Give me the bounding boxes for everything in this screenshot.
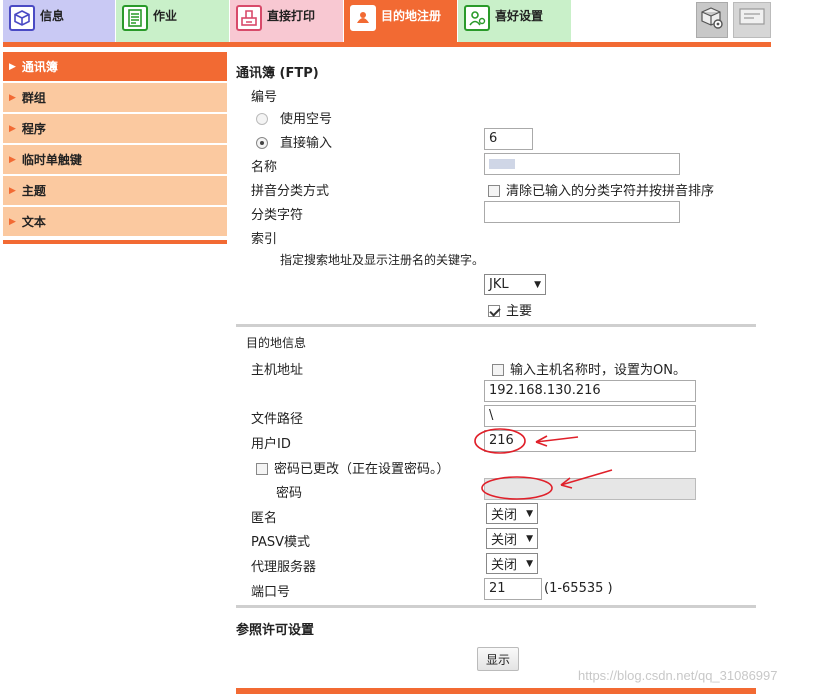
name-input[interactable]	[484, 153, 680, 175]
proxy-select-value: 关闭	[491, 558, 518, 573]
ref-permission-label: 参照许可设置	[236, 623, 315, 638]
pwd-label: 密码	[276, 486, 303, 501]
sidebar-item-label: 程序	[21, 122, 46, 136]
pwd-changed-option[interactable]: 密码已更改（正在设置密码。）	[256, 458, 450, 477]
anon-label: 匿名	[251, 511, 278, 526]
use-empty-radio[interactable]	[256, 113, 268, 125]
triangle-right-icon: ▶	[9, 185, 16, 196]
port-range: (1-65535 )	[544, 581, 613, 596]
sidebar: ▶ 通讯簿 ▶ 群组 ▶ 程序 ▶ 临时单触键 ▶ 主题 ▶ 文本	[3, 52, 227, 244]
use-empty-label: 使用空号	[280, 112, 333, 127]
watermark-text: https://blog.csdn.net/qq_31086997	[578, 668, 778, 683]
userid-label: 用户ID	[251, 437, 291, 452]
password-input[interactable]	[484, 478, 696, 500]
index-select-value: JKL	[489, 277, 509, 292]
userid-input[interactable]: 216	[484, 430, 696, 452]
tab-job-label: 作业	[153, 9, 178, 23]
chevron-down-icon: ▼	[526, 508, 533, 519]
sidebar-item-label: 主题	[21, 184, 46, 198]
pwd-changed-label: 密码已更改（正在设置密码。）	[274, 462, 450, 477]
triangle-right-icon: ▶	[9, 154, 16, 165]
index-hint: 指定搜索地址及显示注册名的关键字。	[280, 253, 485, 267]
sidebar-item-temp-one-touch[interactable]: ▶ 临时单触键	[3, 145, 227, 174]
main-form: 通讯簿 (FTP) 编号 使用空号 直接输入 6 名称 拼音分类方式 清除已输入…	[236, 0, 756, 694]
tab-job[interactable]: 作业	[116, 0, 229, 42]
primary-checkbox[interactable]	[488, 305, 500, 317]
bottom-orange-bar	[236, 688, 756, 694]
proxy-label: 代理服务器	[251, 560, 317, 575]
sidebar-item-text[interactable]: ▶ 文本	[3, 207, 227, 236]
direct-input-option[interactable]: 直接输入	[256, 132, 332, 151]
job-document-icon	[122, 5, 148, 31]
path-input[interactable]: \	[484, 405, 696, 427]
sidebar-item-label: 群组	[21, 91, 46, 105]
host-label: 主机地址	[251, 363, 304, 378]
dest-info-label: 目的地信息	[246, 336, 307, 350]
triangle-right-icon: ▶	[9, 123, 16, 134]
host-on-label: 输入主机名称时，设置为ON。	[510, 363, 686, 378]
pinyin-clear-label: 清除已输入的分类字符并按拼音排序	[506, 184, 715, 199]
primary-label: 主要	[506, 304, 533, 319]
tab-info-label: 信息	[40, 9, 65, 23]
pwd-changed-checkbox[interactable]	[256, 463, 268, 475]
pasv-label: PASV模式	[251, 535, 311, 550]
page-title: 通讯簿 (FTP)	[236, 66, 319, 81]
chevron-down-icon: ▼	[534, 279, 541, 290]
sidebar-item-address-book[interactable]: ▶ 通讯簿	[3, 52, 227, 81]
anon-select-value: 关闭	[491, 508, 518, 523]
number-label: 编号	[251, 90, 278, 105]
section-divider	[236, 605, 756, 608]
sidebar-item-group[interactable]: ▶ 群组	[3, 83, 227, 112]
number-input[interactable]: 6	[484, 128, 533, 150]
sidebar-item-program[interactable]: ▶ 程序	[3, 114, 227, 143]
blurred-name-redaction	[489, 159, 515, 169]
proxy-select[interactable]: 关闭 ▼	[486, 553, 538, 574]
host-input[interactable]: 192.168.130.216	[484, 380, 696, 402]
section-divider	[236, 324, 756, 327]
primary-option[interactable]: 主要	[488, 300, 532, 319]
tab-info[interactable]: 信息	[3, 0, 115, 42]
index-label: 索引	[251, 232, 278, 247]
index-select[interactable]: JKL ▼	[484, 274, 546, 295]
triangle-right-icon: ▶	[9, 61, 16, 72]
pinyin-label: 拼音分类方式	[251, 184, 330, 199]
chevron-down-icon: ▼	[526, 558, 533, 569]
sidebar-bottom-line	[3, 240, 227, 244]
sidebar-item-label: 通讯簿	[21, 60, 58, 74]
port-label: 端口号	[251, 585, 291, 600]
chevron-down-icon: ▼	[526, 533, 533, 544]
name-label: 名称	[251, 160, 278, 175]
pasv-select[interactable]: 关闭 ▼	[486, 528, 538, 549]
pasv-select-value: 关闭	[491, 533, 518, 548]
port-input[interactable]: 21	[484, 578, 542, 600]
direct-input-label: 直接输入	[280, 136, 333, 151]
triangle-right-icon: ▶	[9, 216, 16, 227]
path-label: 文件路径	[251, 412, 304, 427]
host-on-checkbox[interactable]	[492, 364, 504, 376]
use-empty-option[interactable]: 使用空号	[256, 108, 332, 127]
sidebar-item-subject[interactable]: ▶ 主题	[3, 176, 227, 205]
sidebar-item-label: 文本	[21, 215, 46, 229]
category-label: 分类字符	[251, 208, 304, 223]
anon-select[interactable]: 关闭 ▼	[486, 503, 538, 524]
show-button[interactable]: 显示	[477, 647, 519, 671]
direct-input-radio[interactable]	[256, 137, 268, 149]
info-cube-icon	[9, 5, 35, 31]
sidebar-item-label: 临时单触键	[21, 153, 82, 167]
pinyin-clear-option[interactable]: 清除已输入的分类字符并按拼音排序	[488, 180, 714, 199]
host-on-option[interactable]: 输入主机名称时，设置为ON。	[492, 359, 686, 378]
pinyin-clear-checkbox[interactable]	[488, 185, 500, 197]
triangle-right-icon: ▶	[9, 92, 16, 103]
category-input[interactable]	[484, 201, 680, 223]
